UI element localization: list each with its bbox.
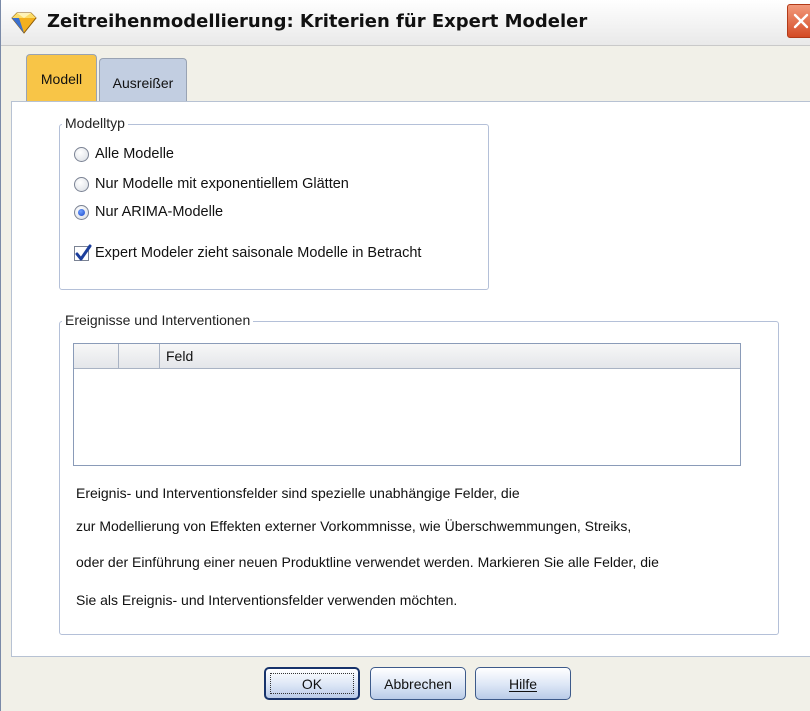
tab-ausreisser-label: Ausreißer	[112, 74, 174, 91]
tab-modell-label: Modell	[40, 70, 83, 87]
seasonal-models-checkbox[interactable]	[74, 244, 92, 261]
radio-button[interactable]	[74, 176, 89, 192]
checkbox-label: Expert Modeler zieht saisonale Modelle i…	[95, 245, 422, 261]
help-button[interactable]: Hilfe	[475, 667, 571, 700]
table-header-col1[interactable]	[74, 344, 119, 368]
focus-rectangle	[270, 673, 354, 694]
checkmark-icon	[75, 244, 92, 260]
events-field-table[interactable]: Feld	[73, 343, 741, 466]
tab-ausreisser[interactable]: Ausreißer	[99, 58, 187, 102]
title-bar: Zeitreihenmodellierung: Kriterien für Ex…	[1, 0, 810, 46]
ok-button[interactable]: OK	[264, 667, 360, 700]
close-icon	[793, 13, 809, 29]
window-title: Zeitreihenmodellierung: Kriterien für Ex…	[47, 11, 588, 32]
radio-label: Alle Modelle	[95, 146, 174, 162]
table-header-col2[interactable]	[119, 344, 160, 368]
radio-arima-modelle[interactable]: Nur ARIMA-Modelle	[74, 204, 223, 220]
help-button-label: Hilfe	[508, 675, 537, 692]
modelltyp-legend: Modelltyp	[62, 115, 128, 131]
events-legend: Ereignisse und Interventionen	[62, 312, 254, 328]
table-header-feld[interactable]: Feld	[160, 344, 740, 368]
cancel-button-label: Abbrechen	[384, 675, 452, 692]
radio-alle-modelle[interactable]: Alle Modelle	[74, 146, 174, 162]
seasonal-models-checkbox-row[interactable]: Expert Modeler zieht saisonale Modelle i…	[74, 244, 422, 261]
radio-button[interactable]	[74, 146, 89, 162]
radio-label: Nur Modelle mit exponentiellem Glätten	[95, 176, 349, 192]
tab-strip: Modell Ausreißer	[11, 54, 810, 102]
table-header: Feld	[74, 344, 740, 369]
events-description-line: oder der Einführung einer neuen Produktl…	[76, 554, 659, 570]
events-description-line: Sie als Ereignis- und Interventionsfelde…	[76, 592, 458, 608]
dialog-window: Zeitreihenmodellierung: Kriterien für Ex…	[0, 0, 810, 711]
radio-exponentielles-glaetten[interactable]: Nur Modelle mit exponentiellem Glätten	[74, 176, 349, 192]
app-diamond-icon	[11, 12, 37, 34]
close-button[interactable]	[787, 4, 810, 38]
tab-modell[interactable]: Modell	[26, 54, 97, 102]
events-description-line: zur Modellierung von Effekten externer V…	[76, 518, 632, 534]
dialog-footer: OK Abbrechen Hilfe	[11, 657, 810, 711]
events-description-line: Ereignis- und Interventionsfelder sind s…	[76, 485, 520, 501]
radio-button-selected[interactable]	[74, 204, 89, 220]
cancel-button[interactable]: Abbrechen	[370, 667, 466, 700]
radio-label: Nur ARIMA-Modelle	[95, 204, 224, 220]
